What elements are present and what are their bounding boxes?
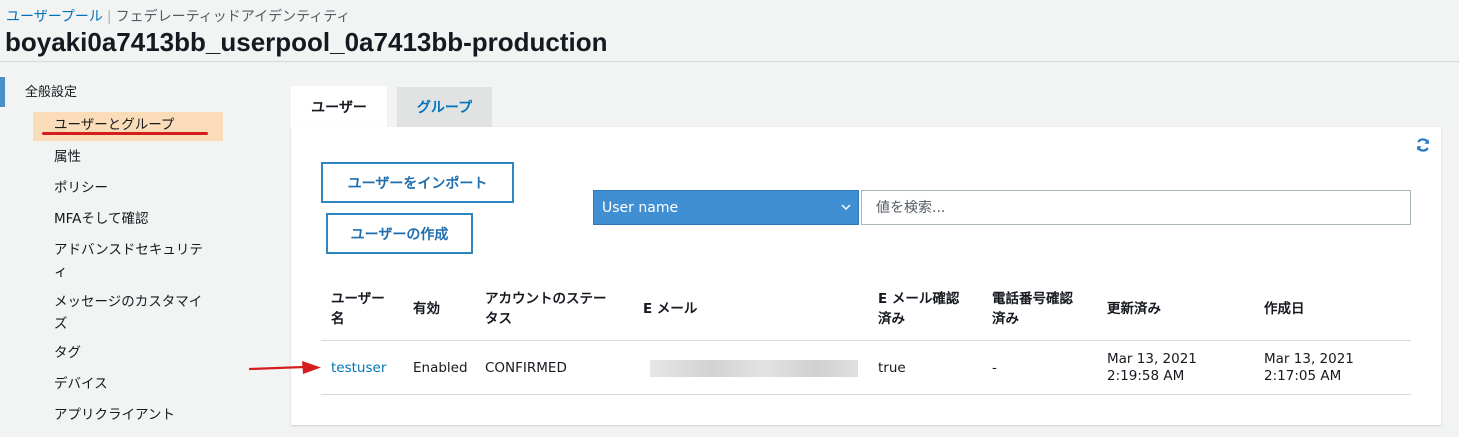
breadcrumb: ユーザープール | フェデレーティッドアイデンティティ	[6, 6, 350, 26]
create-user-button[interactable]: ユーザーの作成	[326, 213, 473, 254]
page-title: boyaki0a7413bb_userpool_0a7413bb-product…	[5, 27, 608, 57]
phone-verified-cell: -	[992, 360, 997, 376]
column-header-username[interactable]: ユーザー名	[331, 289, 391, 329]
refresh-icon[interactable]	[1415, 137, 1431, 153]
breadcrumb-separator: |	[106, 9, 112, 25]
annotation-underline	[42, 132, 208, 135]
tab-users[interactable]: ユーザー	[291, 86, 387, 127]
page-header: ユーザープール | フェデレーティッドアイデンティティ boyaki0a7413bb…	[0, 0, 1459, 62]
tab-groups[interactable]: グループ	[397, 87, 492, 127]
sidebar-item-mfa[interactable]: MFAそして確認	[54, 208, 214, 230]
column-header-updated[interactable]: 更新済み	[1107, 299, 1161, 319]
users-panel: ユーザーをインポート ユーザーの作成 User name ユーザー名 有効 アカ…	[291, 127, 1441, 425]
sidebar-nav: 全般設定 ユーザーとグループ 属性 ポリシー MFAそして確認 アドバンスドセキ…	[0, 72, 240, 437]
import-users-button[interactable]: ユーザーをインポート	[321, 162, 514, 203]
breadcrumb-federated-identities[interactable]: フェデレーティッドアイデンティティ	[116, 9, 351, 25]
username-link[interactable]: testuser	[331, 360, 386, 377]
sidebar-item-app-clients[interactable]: アプリクライアント	[54, 404, 214, 426]
chevron-down-icon	[841, 204, 851, 211]
table-row: testuser Enabled CONFIRMED true - Mar 13…	[321, 341, 1411, 395]
sidebar-section-general-settings[interactable]: 全般設定	[25, 81, 77, 100]
attribute-select[interactable]: User name	[593, 190, 859, 225]
column-header-email-verified[interactable]: E メール確認済み	[878, 289, 970, 329]
sidebar-item-message-customization[interactable]: メッセージのカスタマイズ	[54, 291, 212, 335]
sidebar-item-policies[interactable]: ポリシー	[54, 177, 214, 199]
sidebar-active-indicator	[0, 77, 5, 107]
sidebar-item-tags[interactable]: タグ	[54, 342, 214, 364]
search-input[interactable]	[861, 190, 1411, 225]
column-header-email[interactable]: E メール	[643, 299, 697, 319]
red-arrow-icon	[248, 361, 321, 374]
column-header-phone-verified[interactable]: 電話番号確認済み	[992, 289, 1084, 329]
email-verified-cell: true	[878, 360, 906, 376]
attribute-select-value: User name	[602, 199, 679, 216]
status-cell: CONFIRMED	[485, 360, 567, 376]
sidebar-item-devices[interactable]: デバイス	[54, 373, 214, 395]
enabled-cell: Enabled	[413, 360, 468, 376]
breadcrumb-user-pool-link[interactable]: ユーザープール	[6, 9, 103, 25]
table-header: ユーザー名 有効 アカウントのステータス E メール E メール確認済み 電話番…	[321, 285, 1411, 341]
sidebar-item-attributes[interactable]: 属性	[54, 146, 214, 168]
created-cell: Mar 13, 2021 2:17:05 AM	[1264, 351, 1354, 384]
email-cell-redacted	[650, 360, 858, 377]
updated-cell: Mar 13, 2021 2:19:58 AM	[1107, 351, 1197, 384]
column-header-created[interactable]: 作成日	[1264, 299, 1305, 319]
column-header-enabled[interactable]: 有効	[413, 299, 440, 319]
sidebar-item-advanced-security[interactable]: アドバンスドセキュリティ	[54, 239, 212, 283]
column-header-account-status[interactable]: アカウントのステータス	[485, 289, 617, 329]
